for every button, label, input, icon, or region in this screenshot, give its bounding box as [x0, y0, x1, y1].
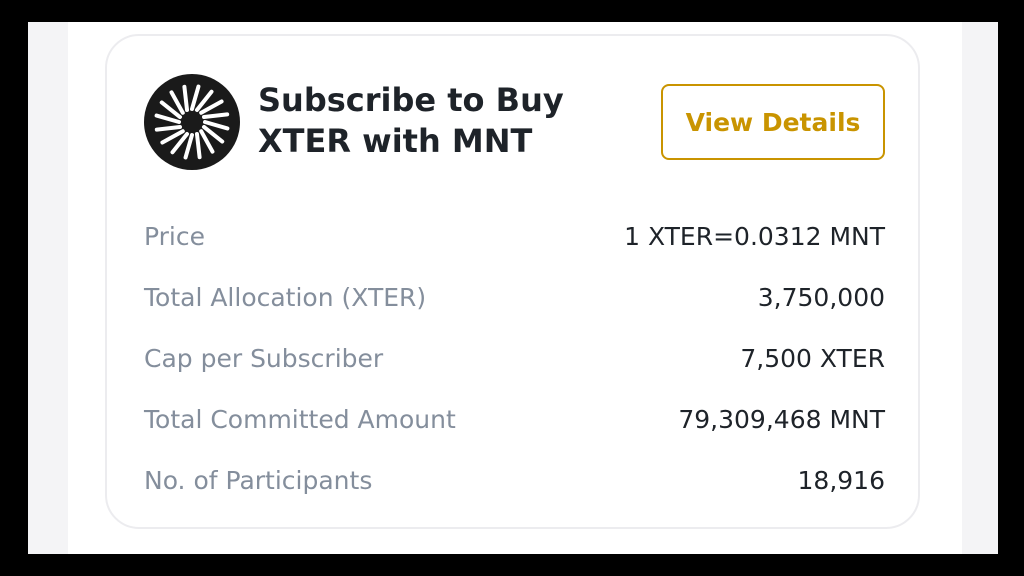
stat-row-total-allocation: Total Allocation (XTER) 3,750,000: [144, 267, 885, 328]
xter-logo-icon: [144, 74, 240, 170]
card-title: Subscribe to Buy XTER with MNT: [258, 80, 588, 162]
stat-value: 18,916: [797, 466, 885, 495]
app-screen: Subscribe to Buy XTER with MNT View Deta…: [28, 22, 998, 554]
stat-row-cap-per-subscriber: Cap per Subscriber 7,500 XTER: [144, 328, 885, 389]
view-details-button[interactable]: View Details: [661, 84, 885, 160]
launchpool-card: Subscribe to Buy XTER with MNT View Deta…: [105, 34, 920, 529]
page-content: Subscribe to Buy XTER with MNT View Deta…: [68, 22, 962, 554]
card-title-line-1: Subscribe to Buy: [258, 81, 564, 119]
stat-value: 1 XTER=0.0312 MNT: [624, 222, 885, 251]
stat-label: Cap per Subscriber: [144, 344, 384, 373]
stats-list: Price 1 XTER=0.0312 MNT Total Allocation…: [144, 206, 885, 511]
stat-label: Total Committed Amount: [144, 405, 456, 434]
stat-value: 79,309,468 MNT: [678, 405, 885, 434]
stat-value: 3,750,000: [757, 283, 885, 312]
stat-row-total-committed: Total Committed Amount 79,309,468 MNT: [144, 389, 885, 450]
stat-row-participants: No. of Participants 18,916: [144, 450, 885, 511]
card-title-line-2: XTER with MNT: [258, 122, 533, 160]
stat-value: 7,500 XTER: [740, 344, 885, 373]
stat-row-price: Price 1 XTER=0.0312 MNT: [144, 206, 885, 267]
stat-label: Total Allocation (XTER): [144, 283, 427, 312]
stat-label: No. of Participants: [144, 466, 373, 495]
stat-label: Price: [144, 222, 205, 251]
